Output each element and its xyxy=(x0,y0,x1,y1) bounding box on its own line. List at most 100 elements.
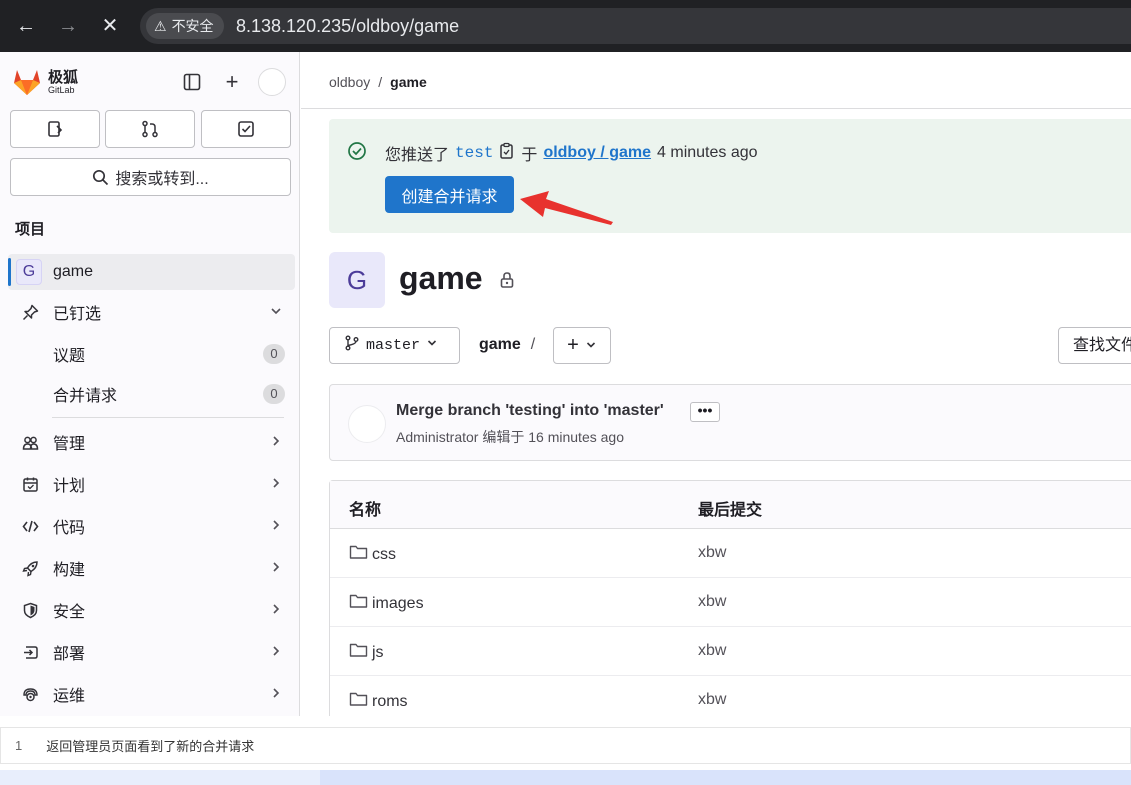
lock-icon xyxy=(499,271,515,294)
search-button[interactable]: 搜索或转到... xyxy=(10,158,291,196)
commit-author-link[interactable]: Administrator xyxy=(396,429,478,445)
section-heading: 项目 xyxy=(15,221,46,238)
chevron-right-icon xyxy=(269,560,283,579)
commit-meta: Administrator 编辑于 16 minutes ago xyxy=(396,427,624,447)
folder-icon xyxy=(349,642,368,663)
copy-icon[interactable] xyxy=(499,142,515,165)
sidebar-item-security[interactable]: 安全 xyxy=(8,592,295,628)
browser-toolbar: ← → ✕ ⚠ 不安全 8.138.120.235/oldboy/game xyxy=(0,0,1131,52)
search-icon xyxy=(93,169,109,185)
issues-quick-button[interactable] xyxy=(10,110,100,148)
logo-en-text: GitLab xyxy=(48,84,75,95)
file-link[interactable]: images xyxy=(349,593,424,614)
sidebar-item-label: 部署 xyxy=(53,646,86,663)
column-header-name: 名称 xyxy=(349,502,382,519)
back-icon[interactable]: ← xyxy=(14,14,38,38)
breadcrumb-group-link[interactable]: oldboy xyxy=(329,74,370,90)
forward-icon[interactable]: → xyxy=(56,14,80,38)
sidebar-item-issues[interactable]: 议题 0 xyxy=(8,337,295,371)
divider xyxy=(301,108,1131,109)
sidebar-item-label: game xyxy=(53,263,94,280)
file-link[interactable]: roms xyxy=(349,691,408,712)
sidebar-item-build[interactable]: 构建 xyxy=(8,550,295,586)
rocket-icon xyxy=(20,560,40,577)
repo-path-project[interactable]: game xyxy=(479,336,521,354)
commit-link[interactable]: xbw xyxy=(698,642,726,660)
sidebar-item-deploy[interactable]: 部署 xyxy=(8,634,295,670)
sidebar-item-operate[interactable]: 运维 xyxy=(8,676,295,712)
last-commit-panel: Merge branch 'testing' into 'master' •••… xyxy=(329,384,1131,461)
avatar[interactable] xyxy=(348,405,386,443)
file-link[interactable]: css xyxy=(349,544,396,565)
breadcrumb-separator: / xyxy=(378,74,383,90)
branch-selector[interactable]: master xyxy=(329,327,460,364)
plus-icon[interactable]: + xyxy=(218,68,246,96)
chevron-right-icon xyxy=(269,476,283,495)
security-chip[interactable]: ⚠ 不安全 xyxy=(146,13,224,39)
calendar-icon xyxy=(20,476,40,493)
repo-path-separator: / xyxy=(530,336,536,353)
issue-icon xyxy=(48,121,63,137)
column-header-last-commit: 最后提交 xyxy=(698,502,763,519)
sidebar-item-label: 计划 xyxy=(53,478,86,495)
commit-title-link[interactable]: Merge branch 'testing' into 'master' xyxy=(396,402,664,420)
active-indicator xyxy=(8,258,11,286)
sidebar-item-label: 已钉选 xyxy=(53,306,102,323)
breadcrumb-project-link[interactable]: game xyxy=(390,74,427,90)
commit-details-toggle[interactable]: ••• xyxy=(690,402,720,422)
annotation-arrow xyxy=(520,191,613,225)
alert-message: 您推送了 test 于 oldboy / game 4 minutes ago xyxy=(385,141,758,165)
add-dropdown[interactable]: + xyxy=(553,327,611,364)
file-link[interactable]: js xyxy=(349,642,384,663)
fox-logo-icon xyxy=(14,70,40,95)
file-name: js xyxy=(372,643,384,661)
table-row: images xbw xyxy=(330,578,1131,627)
user-avatar[interactable] xyxy=(258,68,286,96)
commit-link[interactable]: xbw xyxy=(698,691,726,709)
chevron-right-icon xyxy=(269,644,283,663)
sidebar-item-code[interactable]: 代码 xyxy=(8,508,295,544)
security-label: 不安全 xyxy=(171,18,214,34)
branch-icon xyxy=(344,335,360,356)
create-merge-request-button[interactable]: 创建合并请求 xyxy=(385,176,514,213)
chevron-right-icon xyxy=(269,602,283,621)
sidebar-item-merge-requests[interactable]: 合并请求 0 xyxy=(8,377,295,411)
folder-icon xyxy=(349,593,368,614)
pin-icon xyxy=(20,304,40,321)
repo-path: game / xyxy=(479,336,535,354)
sidebar-item-manage[interactable]: 管理 xyxy=(8,424,295,460)
branch-link[interactable]: test xyxy=(455,144,493,162)
sidebar-toggle-icon[interactable] xyxy=(178,68,206,96)
merge-requests-quick-button[interactable] xyxy=(105,110,195,148)
sidebar-item-label: 管理 xyxy=(53,436,86,453)
merge-request-icon xyxy=(142,120,158,138)
todo-quick-button[interactable] xyxy=(201,110,291,148)
sidebar-item-project[interactable]: G game xyxy=(8,254,295,290)
sidebar-item-label: 构建 xyxy=(53,562,86,579)
count-badge: 0 xyxy=(263,344,285,364)
sidebar-item-plan[interactable]: 计划 xyxy=(8,466,295,502)
chevron-down-icon xyxy=(269,304,283,323)
commit-link[interactable]: xbw xyxy=(698,544,726,562)
table-header: 名称 最后提交 xyxy=(330,481,1131,529)
breadcrumb: oldboy / game xyxy=(329,74,427,90)
folder-icon xyxy=(349,691,368,712)
find-file-button[interactable]: 查找文件 xyxy=(1058,327,1131,364)
gitlab-logo[interactable]: 极狐 GitLab xyxy=(12,68,78,96)
sidebar: 极狐 GitLab + 搜索或转到... 项目 G game 已钉选 议题 0 xyxy=(0,52,300,716)
project-link[interactable]: oldboy / game xyxy=(543,144,651,162)
commit-link[interactable]: xbw xyxy=(698,593,726,611)
chevron-right-icon xyxy=(269,518,283,537)
url-text[interactable]: 8.138.120.235/oldboy/game xyxy=(236,8,459,44)
commit-time: 编辑于 16 minutes ago xyxy=(482,429,624,445)
sidebar-item-pinned[interactable]: 已钉选 xyxy=(8,294,295,330)
close-icon[interactable]: ✕ xyxy=(98,14,122,38)
push-alert: 您推送了 test 于 oldboy / game 4 minutes ago … xyxy=(329,119,1131,233)
monitor-icon xyxy=(20,686,40,703)
count-badge: 0 xyxy=(263,384,285,404)
sidebar-item-label: 运维 xyxy=(53,688,86,705)
chevron-down-icon xyxy=(585,334,597,357)
file-name: css xyxy=(372,545,396,563)
caption-number: 1 xyxy=(15,738,23,753)
address-bar[interactable]: ⚠ 不安全 8.138.120.235/oldboy/game xyxy=(140,8,1131,44)
